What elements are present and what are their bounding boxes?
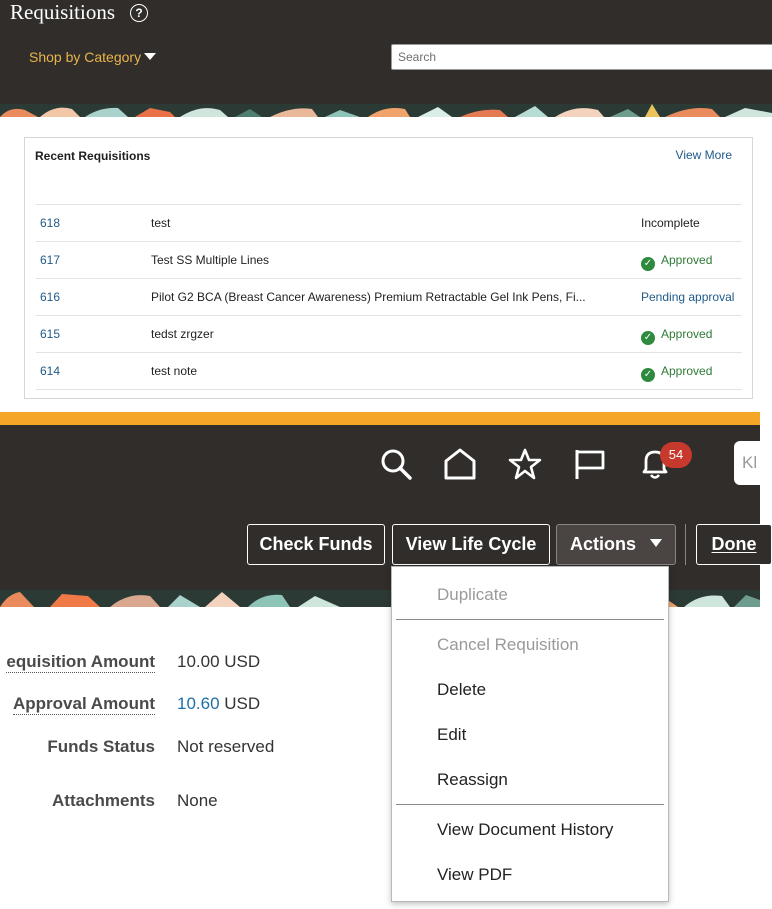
accent-bar <box>0 412 760 425</box>
caret-down-icon <box>650 539 662 547</box>
status-text: Incomplete <box>641 216 700 230</box>
requisition-id-link[interactable]: 618 <box>40 216 60 230</box>
check-circle-icon: ✓ <box>641 257 655 271</box>
requisition-amount-label: equisition Amount <box>6 652 155 673</box>
approval-amount-link[interactable]: 10.60 <box>177 694 220 713</box>
shop-by-category-label: Shop by Category <box>29 49 142 65</box>
caret-down-icon <box>144 53 157 60</box>
attachments-label: Attachments <box>52 791 155 810</box>
requisition-description: Test SS Multiple Lines <box>151 253 270 267</box>
top-header: Requisitions ? Shop by Category <box>0 0 772 104</box>
table-row: 614 test note ✓ Approved <box>36 353 742 390</box>
check-circle-icon: ✓ <box>641 331 655 345</box>
requisitions-table: 618 test Incomplete 617 Test SS Multiple… <box>36 204 742 390</box>
status-text: Approved <box>661 364 713 378</box>
table-row: 616 Pilot G2 BCA (Breast Cancer Awarenes… <box>36 279 742 316</box>
search-input[interactable] <box>391 44 772 70</box>
menu-divider <box>396 619 664 620</box>
requisition-id-link[interactable]: 614 <box>40 364 60 378</box>
recent-requisitions-card: Recent Requisitions View More 618 test I… <box>24 137 753 399</box>
actions-dropdown-menu: Duplicate Cancel Requisition Delete Edit… <box>391 566 669 902</box>
approval-amount-value: 10.60 USD <box>177 694 260 714</box>
check-funds-button[interactable]: Check Funds <box>247 524 385 565</box>
notification-count-badge: 54 <box>660 442 692 468</box>
table-row: 618 test Incomplete <box>36 205 742 242</box>
menu-item-reassign[interactable]: Reassign <box>437 770 508 790</box>
status-text: Pending approval <box>641 290 735 304</box>
requisition-amount-number: 10.00 <box>177 652 220 671</box>
status-badge: ✓ Approved <box>641 364 712 382</box>
requisition-description: test <box>151 216 171 230</box>
requisition-amount-currency: USD <box>224 652 261 671</box>
table-row: 615 tedst zrgzer ✓ Approved <box>36 316 742 353</box>
card-title: Recent Requisitions <box>35 149 151 163</box>
menu-item-cancel-requisition: Cancel Requisition <box>437 635 579 654</box>
requisition-id-link[interactable]: 617 <box>40 253 60 267</box>
status-badge: ✓ Approved <box>641 253 712 271</box>
page-title: Requisitions <box>10 0 116 24</box>
requisition-description: Pilot G2 BCA (Breast Cancer Awareness) P… <box>151 290 586 304</box>
requisition-id-link[interactable]: 615 <box>40 327 60 341</box>
menu-item-view-pdf[interactable]: View PDF <box>437 865 512 885</box>
help-icon[interactable]: ? <box>130 4 148 22</box>
actions-menu-button[interactable]: Actions <box>556 524 676 565</box>
menu-item-view-document-history[interactable]: View Document History <box>437 820 613 840</box>
toolbar-divider <box>685 524 686 565</box>
menu-item-edit[interactable]: Edit <box>437 725 466 745</box>
requisition-description: test note <box>151 364 198 378</box>
menu-item-delete[interactable]: Delete <box>437 680 486 700</box>
flag-icon[interactable] <box>573 447 607 481</box>
favorites-star-icon[interactable] <box>508 447 542 481</box>
table-row: 617 Test SS Multiple Lines ✓ Approved <box>36 242 742 279</box>
home-icon[interactable] <box>443 447 477 481</box>
requisition-amount-value: 10.00 USD <box>177 652 260 672</box>
menu-item-duplicate: Duplicate <box>437 585 508 604</box>
status-text: Approved <box>661 253 713 267</box>
actions-button-label: Actions <box>569 534 636 554</box>
menu-divider <box>396 804 664 805</box>
done-button[interactable]: Done <box>696 524 772 565</box>
requisition-description: tedst zrgzer <box>151 327 214 341</box>
user-avatar[interactable]: Kl <box>734 441 772 485</box>
search-icon[interactable] <box>379 447 413 481</box>
view-more-link[interactable]: View More <box>676 148 732 162</box>
status-text: Approved <box>661 327 713 341</box>
view-life-cycle-button[interactable]: View Life Cycle <box>392 524 550 565</box>
attachments-value: None <box>177 791 218 810</box>
decorative-banner <box>0 104 772 117</box>
shop-by-category-menu[interactable]: Shop by Category <box>29 49 157 65</box>
check-circle-icon: ✓ <box>641 368 655 382</box>
funds-status-label: Funds Status <box>47 737 155 756</box>
funds-status-value: Not reserved <box>177 737 275 756</box>
requisition-id-link[interactable]: 616 <box>40 290 60 304</box>
approval-amount-label: Approval Amount <box>13 694 155 715</box>
status-badge: ✓ Approved <box>641 327 712 345</box>
approval-amount-currency: USD <box>224 694 261 713</box>
